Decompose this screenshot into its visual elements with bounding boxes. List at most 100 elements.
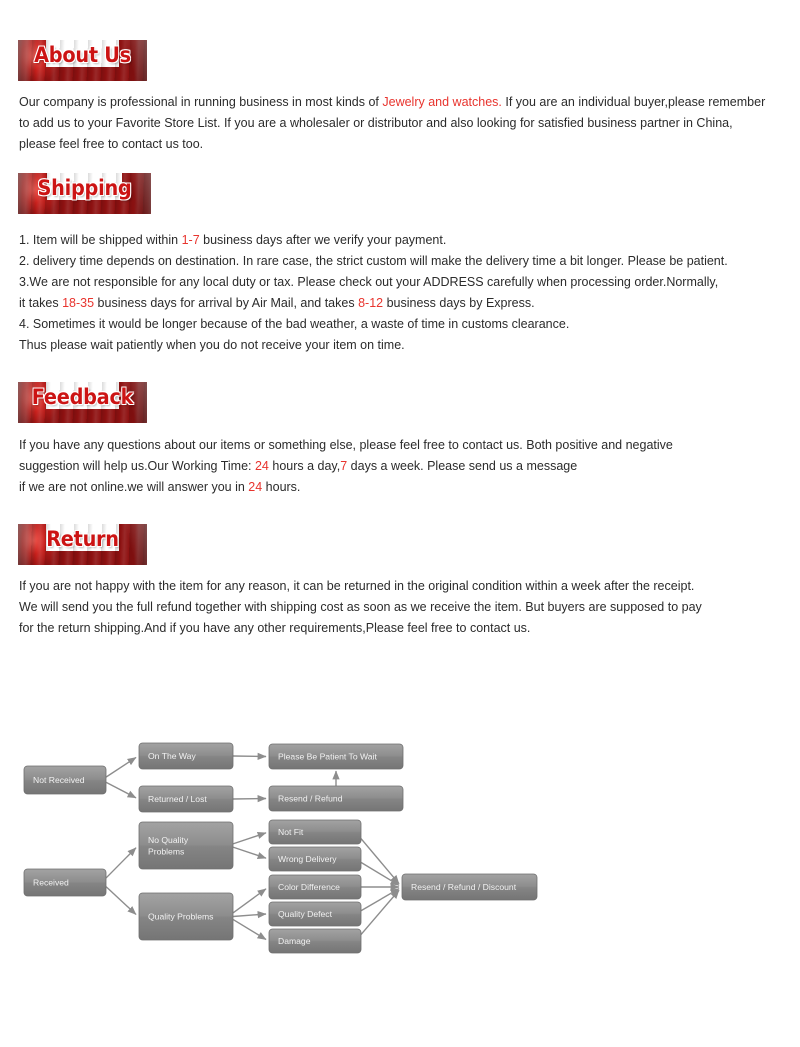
text-line: If you are not happy with the item for a… (19, 576, 702, 597)
text-line: suggestion will help us.Our Working Time… (19, 456, 673, 477)
store-policy-page: About Us Our company is professional in … (0, 0, 800, 1047)
plain-text: 1. Item will be shipped within (19, 233, 182, 247)
flow-node-resend-discount: Resend / Refund / Discount (401, 873, 538, 901)
plain-text: if we are not online.we will answer you … (19, 480, 249, 494)
flow-edge (232, 832, 267, 845)
flow-edge (360, 861, 400, 886)
return-text: If you are not happy with the item for a… (19, 576, 702, 639)
text-line: for the return shipping.And if you have … (19, 618, 702, 639)
node-label: Returned / Lost (148, 794, 207, 804)
flow-edge (360, 889, 400, 935)
plain-text: please feel free to contact us too. (19, 137, 204, 151)
node-label: Wrong Delivery (278, 854, 337, 864)
highlighted-text: Jewelry and watches. (382, 95, 502, 109)
node-label: Received (33, 878, 69, 888)
flow-edge (232, 888, 267, 914)
text-line: if we are not online.we will answer you … (19, 477, 673, 498)
banner-about-us: About Us (18, 40, 147, 81)
flow-node-resend-refund: Resend / Refund (268, 785, 404, 812)
text-line: 4. Sometimes it would be longer because … (19, 314, 728, 335)
banner-return-label: Return (46, 527, 119, 551)
about-us-text: Our company is professional in running b… (19, 92, 765, 155)
text-line: We will send you the full refund togethe… (19, 597, 702, 618)
banner-about-us-label: About Us (34, 43, 131, 67)
plain-text: to add us to your Favorite Store List. I… (19, 116, 733, 130)
text-line: If you have any questions about our item… (19, 435, 673, 456)
plain-text: If you are not happy with the item for a… (19, 579, 695, 593)
flow-edge (232, 911, 267, 919)
flow-node-received: Received (23, 868, 107, 897)
flow-edge (105, 781, 137, 799)
plain-text: 4. Sometimes it would be longer because … (19, 317, 570, 331)
text-line: 3.We are not responsible for any local d… (19, 272, 728, 293)
flow-node-damage: Damage (268, 928, 362, 954)
node-label: Quality Defect (278, 909, 333, 919)
flow-edge (105, 756, 137, 778)
plain-text: business days by Express. (383, 296, 535, 310)
highlighted-text: 24 (254, 459, 269, 473)
return-process-flowchart: Not Received On The Way Returned / Lost Ple… (0, 722, 800, 972)
plain-text: If you are an individual buyer,please re… (501, 95, 766, 109)
flow-node-be-patient: Please Be Patient To Wait (268, 743, 404, 770)
flow-node-on-the-way: On The Way (138, 742, 234, 770)
plain-text: for the return shipping.And if you have … (19, 621, 531, 635)
feedback-text: If you have any questions about our item… (19, 435, 673, 498)
node-label: No Quality (148, 835, 189, 845)
text-line: 2. delivery time depends on destination.… (19, 251, 728, 272)
plain-text: it takes (19, 296, 63, 310)
flowchart-nodes: Not Received On The Way Returned / Lost Ple… (23, 742, 538, 954)
flow-node-no-quality: No QualityProblems (138, 821, 234, 870)
flow-node-wrong-delivery: Wrong Delivery (268, 846, 362, 872)
flow-node-color-difference: Color Difference (268, 874, 362, 900)
highlighted-text: 1-7 (181, 233, 200, 247)
banner-feedback: Feedback (18, 382, 147, 423)
plain-text: hours a day, (268, 459, 341, 473)
node-label: Color Difference (278, 882, 340, 892)
text-line: Thus please wait patiently when you do n… (19, 335, 728, 356)
plain-text: hours. (262, 480, 301, 494)
plain-text: If you have any questions about our item… (19, 438, 673, 452)
text-line: please feel free to contact us too. (19, 134, 765, 155)
flow-node-quality-problems: Quality Problems (138, 892, 234, 941)
flow-edge (232, 752, 267, 761)
flow-node-not-received: Not Received (23, 765, 107, 795)
flow-node-returned-lost: Returned / Lost (138, 785, 234, 813)
flow-edge (105, 886, 137, 915)
node-label: Resend / Refund (278, 794, 343, 804)
node-label: Problems (148, 846, 184, 856)
flow-edge (232, 846, 267, 859)
banner-shipping-label: Shipping (37, 176, 132, 200)
node-label: Quality Problems (148, 912, 213, 922)
flow-edge (360, 888, 400, 912)
plain-text: We will send you the full refund togethe… (19, 600, 702, 614)
highlighted-text: 8-12 (358, 296, 384, 310)
flow-edge (232, 794, 267, 803)
flow-node-quality-defect: Quality Defect (268, 901, 362, 927)
flow-edge (360, 838, 400, 885)
node-label: Not Fit (278, 827, 304, 837)
banner-feedback-label: Feedback (31, 385, 134, 409)
plain-text: 3.We are not responsible for any local d… (19, 275, 719, 289)
shipping-text: 1. Item will be shipped within 1-7 busin… (19, 230, 728, 356)
node-label: Please Be Patient To Wait (278, 752, 377, 762)
flowchart-canvas: Not Received On The Way Returned / Lost Ple… (23, 742, 538, 954)
text-line: Our company is professional in running b… (19, 92, 765, 113)
plain-text: days a week. Please send us a message (347, 459, 578, 473)
plain-text: Thus please wait patiently when you do n… (19, 338, 405, 352)
banner-return: Return (18, 524, 147, 565)
plain-text: business days after we verify your payme… (199, 233, 447, 247)
plain-text: suggestion will help us.Our Working Time… (19, 459, 255, 473)
node-label: Not Received (33, 775, 85, 785)
node-label: Damage (278, 936, 311, 946)
text-line: to add us to your Favorite Store List. I… (19, 113, 765, 134)
highlighted-text: 24 (248, 480, 263, 494)
highlighted-text: 18-35 (62, 296, 95, 310)
text-line: 1. Item will be shipped within 1-7 busin… (19, 230, 728, 251)
flow-node-not-fit: Not Fit (268, 819, 362, 845)
plain-text: Our company is professional in running b… (19, 95, 383, 109)
flow-edge (232, 918, 267, 941)
node-label: Resend / Refund / Discount (411, 882, 517, 892)
node-label: On The Way (148, 751, 196, 761)
plain-text: business days for arrival by Air Mail, a… (94, 296, 359, 310)
text-line: it takes 18-35 business days for arrival… (19, 293, 728, 314)
